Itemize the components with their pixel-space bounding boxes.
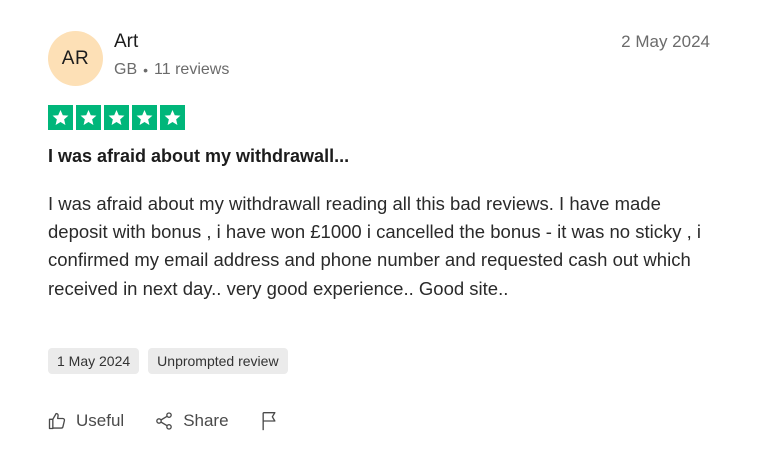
review-title[interactable]: I was afraid about my withdrawall... <box>48 146 349 167</box>
review-date: 2 May 2024 <box>621 32 710 51</box>
thumbs-up-icon <box>47 411 67 431</box>
useful-button[interactable]: Useful <box>47 411 124 431</box>
review-body: I was afraid about my withdrawall readin… <box>48 193 702 299</box>
star-icon <box>76 105 101 130</box>
reviewer-review-count: 11 reviews <box>154 61 230 78</box>
report-button[interactable] <box>259 410 288 432</box>
review-tags: 1 May 2024 Unprompted review <box>48 348 288 374</box>
review-card: AR Art GB • 11 reviews 2 May 2024 I was … <box>0 0 772 450</box>
review-actions: Useful Share <box>47 410 288 432</box>
flag-icon <box>259 410 279 432</box>
star-icon <box>132 105 157 130</box>
star-icon <box>160 105 185 130</box>
star-icon <box>48 105 73 130</box>
star-rating <box>48 105 185 130</box>
meta-separator: • <box>143 62 149 78</box>
share-button[interactable]: Share <box>154 411 229 431</box>
unprompted-review-badge[interactable]: Unprompted review <box>148 348 288 374</box>
useful-label: Useful <box>76 411 125 430</box>
share-label: Share <box>183 411 229 430</box>
avatar-initials: AR <box>61 47 90 69</box>
reviewer-meta: GB • 11 reviews <box>114 61 229 79</box>
star-icon <box>104 105 129 130</box>
reviewer-country: GB <box>114 61 138 78</box>
experience-date-badge: 1 May 2024 <box>48 348 140 374</box>
share-icon <box>154 411 174 431</box>
avatar[interactable]: AR <box>48 31 103 86</box>
reviewer-name[interactable]: Art <box>114 31 138 53</box>
